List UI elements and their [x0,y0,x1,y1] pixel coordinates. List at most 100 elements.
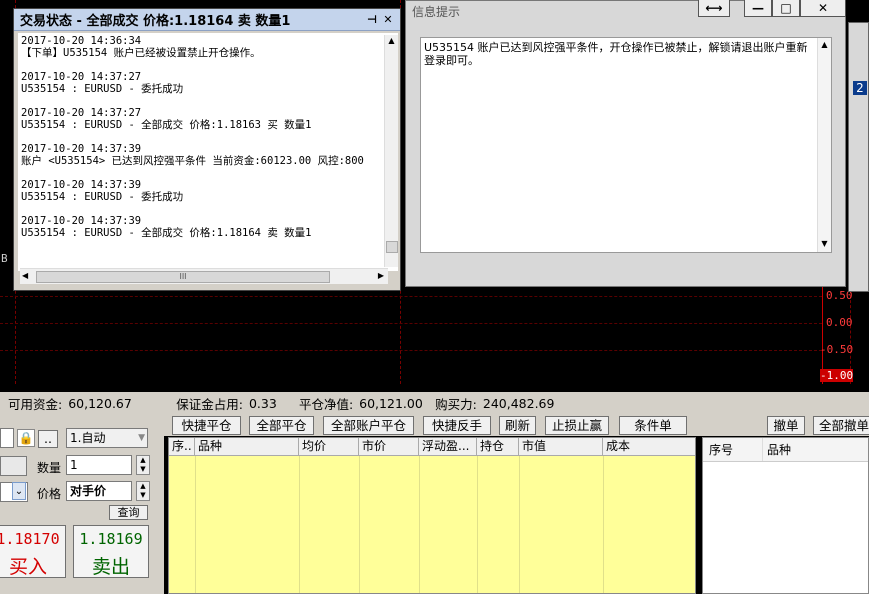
log-line: 2017-10-20 14:37:39 [21,143,142,155]
scroll-thumb[interactable] [386,241,398,253]
log-line: U535154 : EURUSD - 委托成功 [21,83,184,95]
cancel-all-orders-button[interactable]: 全部撤单 [813,416,869,435]
axis-label: -1.00 [820,369,854,382]
column-divider [299,456,300,593]
column-header[interactable]: 浮动盈... [419,438,477,455]
vertical-scrollbar[interactable]: ▲ ▼ [817,38,831,252]
maximize-button[interactable]: □ [772,0,800,17]
column-header[interactable]: 均价 [299,438,359,455]
close-all-accounts-button[interactable]: 全部账户平仓 [323,416,414,435]
positions-header: 序.. 品种 均价 市价 浮动盈... 持仓 市值 成本 [169,438,695,456]
log-line: 2017-10-20 14:37:39 [21,179,142,191]
column-divider [359,456,360,593]
sell-button[interactable]: 1.18169 卖出 [73,525,149,578]
available-funds-label: 可用资金: [8,396,63,412]
column-divider [519,456,520,593]
info-message-box: U535154 账户已达到风控强平条件，开仓操作已被禁止，解锁请退出账户重新登录… [420,37,832,253]
chevron-down-icon[interactable]: ⌄ [12,482,26,500]
log-line: 【下单】U535154 账户已经被设置禁止开仓操作。 [21,47,261,59]
vertical-scrollbar[interactable]: ▲ [384,35,398,267]
buy-label: 买入 [8,556,47,578]
orders-table[interactable]: 序号 品种 [702,437,869,594]
buying-power-label: 购买力: [435,396,477,412]
mode-select[interactable]: 1.自动 ▼ [66,428,148,448]
price-field[interactable]: 对手价 [66,481,132,501]
quantity-stepper[interactable]: ▲ ▼ [136,455,150,475]
scroll-right-icon[interactable]: ▶ [378,271,384,280]
column-header[interactable]: 品种 [763,438,791,461]
buying-power-value: 240,482.69 [482,395,555,411]
column-header[interactable]: 序号 [703,438,763,461]
info-message: U535154 账户已达到风控强平条件，开仓操作已被禁止，解锁请退出账户重新登录… [424,41,808,67]
account-field[interactable] [0,428,14,448]
close-all-button[interactable]: 全部平仓 [249,416,314,435]
column-header[interactable]: 持仓 [477,438,519,455]
refresh-button[interactable]: 刷新 [499,416,536,435]
quick-reverse-button[interactable]: 快捷反手 [423,416,491,435]
close-button[interactable]: ✕ [800,0,846,17]
trade-status-titlebar[interactable]: 交易状态 - 全部成交 价格:1.18164 卖 数量1 ⊣ ✕ [14,9,400,31]
pin-icon[interactable]: ⊣ [364,13,380,26]
column-header[interactable]: 市价 [359,438,419,455]
symbol-field[interactable] [0,456,27,476]
scroll-down-icon[interactable]: ▼ [818,237,831,250]
scroll-up-icon[interactable]: ▲ [818,38,831,51]
log-line: 2017-10-20 14:37:27 [21,107,142,119]
resize-icon[interactable]: ⟷ [698,0,730,17]
log-line: 2017-10-20 14:37:39 [21,215,142,227]
equity-value: 60,121.00 [359,395,423,411]
buy-button[interactable]: 1.18170 买入 [0,525,66,578]
lock-icon[interactable]: 🔒 [17,429,35,447]
query-button[interactable]: 查询 [109,505,148,520]
positions-toolbar: 快捷平仓 全部平仓 全部账户平仓 快捷反手 刷新 止损止赢 条件单 撤单 全部撤… [164,414,869,436]
quantity-field[interactable]: 1 [66,455,132,475]
conditional-order-button[interactable]: 条件单 [619,416,687,435]
quick-close-button[interactable]: 快捷平仓 [172,416,241,435]
column-header[interactable]: 序.. [169,438,195,455]
grid-line [0,323,822,324]
column-header[interactable]: 成本 [603,438,695,455]
browse-button[interactable]: .. [38,430,58,448]
sell-label: 卖出 [91,556,130,578]
buy-price: 1.18170 [0,530,60,548]
orders-header: 序号 品种 [703,438,868,462]
log-line: 2017-10-20 14:37:27 [21,71,142,83]
price-label: 价格 [37,487,62,501]
side-window-text: 2 [853,81,867,95]
account-summary-bar: 可用资金: 60,120.67 保证金占用: 0.33 平仓净值: 60,121… [0,392,869,414]
side-window: 2 [848,22,869,292]
scroll-left-icon[interactable]: ◀ [22,271,28,280]
price-stepper[interactable]: ▲ ▼ [136,481,150,501]
scroll-thumb[interactable]: III [36,271,330,283]
axis-label: -0.50 [820,343,854,356]
column-header[interactable]: 品种 [195,438,299,455]
scroll-up-icon[interactable]: ▲ [385,35,398,47]
grid-line [0,350,822,351]
cancel-order-button[interactable]: 撤单 [767,416,805,435]
direction-select[interactable]: ⌄ [0,482,28,502]
positions-table[interactable]: 序.. 品种 均价 市价 浮动盈... 持仓 市值 成本 [168,437,696,594]
info-window: 信息提示 ⟷ — □ ✕ U535154 账户已达到风控强平条件，开仓操作已被禁… [405,0,846,287]
order-panel: 🔒 .. 1.自动 ▼ 数量 1 ▲ ▼ ⌄ 价格 对手价 ▲ ▼ 查询 1.181… [0,414,164,594]
quantity-label: 数量 [37,461,62,475]
column-divider [195,456,196,593]
column-divider [477,456,478,593]
column-divider [419,456,420,593]
margin-label: 保证金占用: [176,396,243,412]
column-header[interactable]: 市值 [519,438,603,455]
equity-label: 平仓净值: [298,396,354,412]
close-icon[interactable]: ✕ [380,13,396,26]
minimize-button[interactable]: — [744,0,772,17]
axis-label: 0.00 [826,316,853,329]
stop-loss-button[interactable]: 止损止赢 [545,416,609,435]
mode-select-value: 1.自动 [70,431,106,445]
horizontal-scrollbar[interactable]: ◀ III ▶ [20,268,388,284]
log-line: 账户 <U535154> 已达到风控强平条件 当前资金:60123.00 风控:… [21,155,364,167]
trade-status-title: 交易状态 - 全部成交 价格:1.18164 卖 数量1 [20,14,291,29]
log-line: U535154 : EURUSD - 委托成功 [21,191,184,203]
